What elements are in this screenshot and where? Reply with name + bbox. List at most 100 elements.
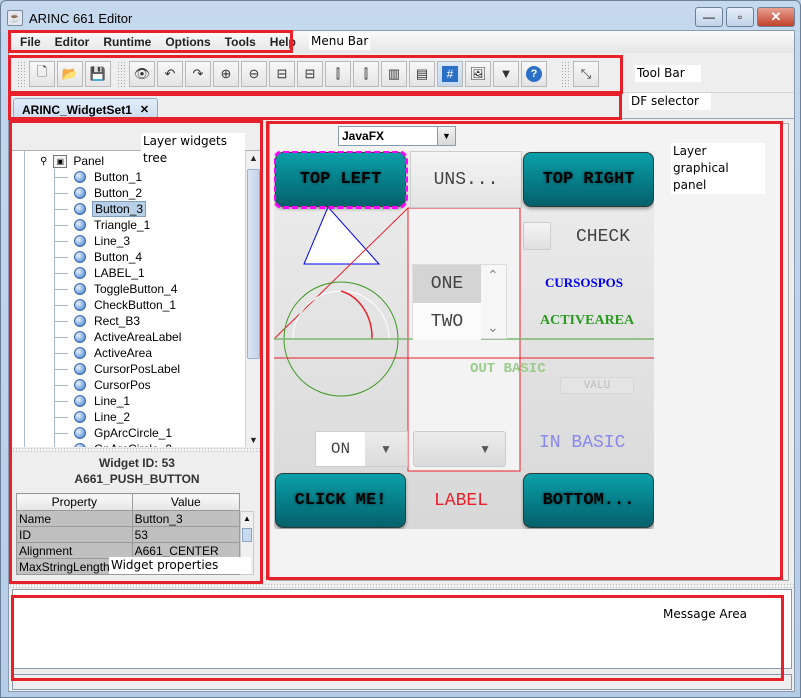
toolbar-grip[interactable] — [117, 60, 125, 87]
tree-node-panel[interactable]: ⚲ ▣ Panel — [40, 153, 106, 169]
widget-bullet-icon — [74, 347, 86, 359]
tree-node[interactable]: CheckButton_1 — [74, 297, 178, 313]
tree-node[interactable]: GpArcCircle_1 — [74, 425, 174, 441]
tree-node[interactable]: Triangle_1 — [74, 217, 152, 233]
tree-node[interactable]: Line_2 — [74, 409, 132, 425]
align-bottom-button[interactable]: ⊟ — [297, 60, 323, 87]
button-bottom[interactable]: BOTTOM... — [523, 473, 654, 528]
tree-line — [54, 225, 68, 226]
tree-node[interactable]: Button_1 — [74, 169, 144, 185]
prop-value[interactable]: 53 — [131, 526, 241, 543]
chevron-down-icon[interactable]: ▼ — [437, 127, 455, 145]
maximize-button[interactable]: ▫ — [726, 7, 754, 27]
value-field[interactable]: VALU — [560, 377, 634, 394]
toggle-uns[interactable]: UNS... — [410, 151, 522, 208]
menu-options[interactable]: Options — [158, 35, 217, 49]
table-row[interactable]: ID 53 — [16, 526, 241, 543]
chevron-down-icon[interactable]: ▼ — [365, 432, 407, 466]
list-item-one[interactable]: ONE — [413, 265, 481, 303]
save-button[interactable]: 💾 — [85, 60, 111, 87]
layer-canvas[interactable]: TOP LEFT UNS... TOP RIGHT CHECK ONE TWO … — [274, 151, 654, 529]
annotation-widget-props: Widget properties — [109, 557, 251, 574]
tree-node[interactable]: Button_2 — [74, 185, 144, 201]
scroll-thumb[interactable] — [242, 528, 252, 542]
list-item-two[interactable]: TWO — [413, 303, 481, 340]
tree-node[interactable]: Line_3 — [74, 233, 132, 249]
message-area[interactable] — [12, 589, 792, 669]
align-left-button[interactable]: ⫿ — [325, 60, 351, 87]
tree-props-splitter[interactable] — [12, 447, 262, 453]
list-box[interactable]: ONE TWO ⌃ ⌄ — [412, 264, 507, 340]
open-folder-button[interactable]: 📂 — [57, 60, 83, 87]
annotation-df-selector: DF selector — [629, 93, 711, 110]
toolbar-grip[interactable] — [561, 60, 569, 87]
tree-node[interactable]: ActiveArea — [74, 345, 154, 361]
tree-node[interactable]: Button_4 — [74, 249, 144, 265]
new-file-button[interactable]: 🗋 — [29, 60, 55, 87]
align-top-button[interactable]: ⊟ — [269, 60, 295, 87]
tree-node[interactable]: Line_1 — [74, 393, 132, 409]
table-row[interactable]: Name Button_3 — [16, 510, 241, 527]
minimize-button[interactable]: — — [695, 7, 723, 27]
tree-line — [54, 169, 55, 447]
tab-close-icon[interactable]: ✕ — [140, 103, 149, 116]
combo-on[interactable]: ON ▼ — [315, 431, 408, 467]
filter-button[interactable]: ▼ — [493, 60, 519, 87]
scroll-thumb[interactable] — [247, 169, 260, 359]
prop-value[interactable]: Button_3 — [131, 510, 241, 527]
undo-button[interactable]: ↶ — [157, 60, 183, 87]
triangle-1[interactable] — [303, 206, 381, 265]
center-vertical-button[interactable]: ▥ — [381, 60, 407, 87]
zoom-out-button[interactable]: ⊖ — [241, 60, 267, 87]
menu-editor[interactable]: Editor — [48, 35, 97, 49]
align-right-button[interactable]: ⫿ — [353, 60, 379, 87]
expand-handle-icon[interactable]: ⚲ — [40, 156, 47, 167]
renderer-select[interactable]: JavaFX ▼ — [338, 126, 456, 146]
grid-button[interactable]: # — [437, 60, 463, 87]
tree-node[interactable]: LABEL_1 — [74, 265, 147, 281]
col-value[interactable]: Value — [131, 493, 241, 511]
preview-eye-button[interactable]: 👁 — [129, 60, 155, 87]
widget-bullet-icon — [74, 251, 86, 263]
button-top-right[interactable]: TOP RIGHT — [523, 152, 654, 207]
menu-runtime[interactable]: Runtime — [96, 35, 158, 49]
combo-empty[interactable]: ▼ — [413, 431, 506, 467]
zoom-in-button[interactable]: ⊕ — [213, 60, 239, 87]
help-button[interactable]: ? — [521, 60, 547, 87]
close-window-button[interactable]: ✕ — [757, 7, 795, 27]
scroll-up-icon[interactable]: ▲ — [243, 514, 251, 523]
menu-file[interactable]: File — [13, 35, 48, 49]
center-horizontal-button[interactable]: ▤ — [409, 60, 435, 87]
in-basic-label: IN BASIC — [539, 433, 626, 453]
tree-line — [54, 433, 68, 434]
tree-node[interactable]: CursorPosLabel — [74, 361, 182, 377]
message-splitter[interactable] — [9, 583, 794, 588]
menu-help[interactable]: Help — [263, 35, 303, 49]
button-top-left[interactable]: TOP LEFT — [274, 151, 408, 209]
image-button[interactable]: 🖼 — [465, 60, 491, 87]
chevron-down-icon[interactable]: ⌄ — [487, 319, 499, 336]
tree-node[interactable]: CursorPos — [74, 377, 153, 393]
tree-scrollbar[interactable]: ▲ ▼ — [245, 151, 261, 447]
widget-bullet-icon — [74, 283, 86, 295]
tab-arinc-widgetset1[interactable]: ARINC_WidgetSet1 ✕ — [13, 98, 159, 120]
col-property[interactable]: Property — [16, 493, 133, 511]
check-box[interactable] — [523, 222, 551, 250]
tree-node[interactable]: Rect_B3 — [74, 313, 142, 329]
toolbar-grip[interactable] — [17, 60, 25, 87]
tree-node[interactable]: ActiveAreaLabel — [74, 329, 183, 345]
menu-tools[interactable]: Tools — [218, 35, 263, 49]
chevron-down-icon[interactable]: ▼ — [479, 442, 491, 456]
tree-node[interactable]: Button_3 — [74, 201, 147, 217]
tree-node-label: CheckButton_1 — [94, 298, 177, 312]
button-click-me[interactable]: CLICK ME! — [275, 473, 406, 528]
scroll-down-icon[interactable]: ▼ — [249, 435, 258, 445]
scroll-up-icon[interactable]: ▲ — [249, 153, 258, 163]
tree-line — [54, 353, 68, 354]
tree-line — [54, 385, 68, 386]
gp-arc-circle-2[interactable] — [292, 290, 390, 340]
chevron-up-icon[interactable]: ⌃ — [487, 267, 499, 284]
tree-node[interactable]: ToggleButton_4 — [74, 281, 179, 297]
redo-button[interactable]: ↷ — [185, 60, 211, 87]
collapse-button[interactable]: ⤡ — [573, 60, 599, 87]
